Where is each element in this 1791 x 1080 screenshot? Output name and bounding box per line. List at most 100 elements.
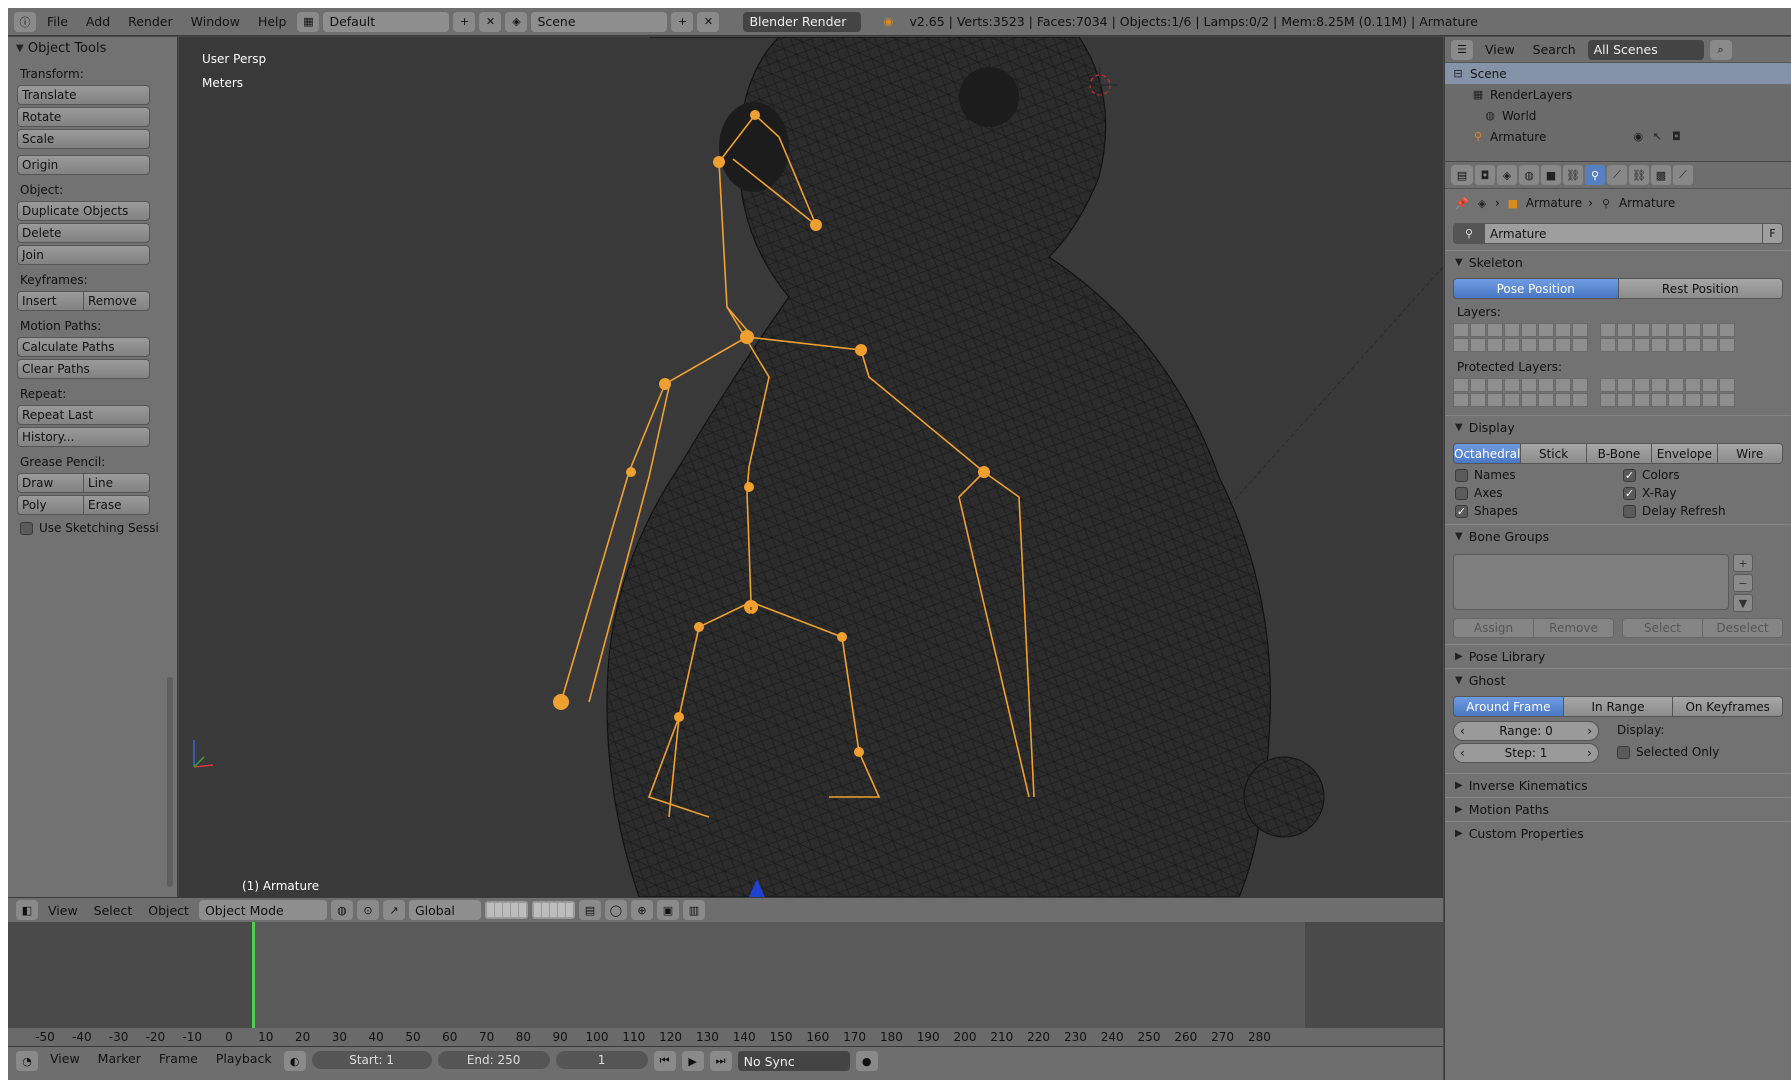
datablock-name-field[interactable]: Armature: [1485, 223, 1763, 244]
outliner-menu-view[interactable]: View: [1479, 42, 1521, 57]
menu-window[interactable]: Window: [184, 14, 247, 29]
pose-position-button[interactable]: Pose Position: [1453, 278, 1619, 299]
play-icon[interactable]: ▶: [681, 1051, 704, 1071]
display-panel-header[interactable]: ▼ Display: [1445, 415, 1791, 439]
outliner-display-dropdown[interactable]: All Scenes: [1587, 39, 1704, 60]
rotate-button[interactable]: Rotate: [17, 107, 150, 127]
remove-button[interactable]: Remove: [1534, 618, 1614, 638]
pivot-point-icon[interactable]: ⊙: [356, 900, 379, 920]
menu-render[interactable]: Render: [121, 14, 180, 29]
bone-groups-panel-header[interactable]: ▼ Bone Groups: [1445, 524, 1791, 548]
start-frame-field[interactable]: Start: 1: [311, 1051, 432, 1069]
layers-block-1[interactable]: [484, 901, 528, 919]
custom-props-panel-header[interactable]: ▶ Custom Properties: [1445, 821, 1791, 845]
colors-checkbox[interactable]: ✓: [1623, 468, 1636, 482]
remove-screen-icon[interactable]: ✕: [479, 11, 502, 32]
menu-select[interactable]: Select: [88, 903, 139, 918]
menu-file[interactable]: File: [40, 14, 75, 29]
remove-keyframe-button[interactable]: Remove: [84, 291, 150, 311]
xray-checkbox[interactable]: ✓: [1623, 486, 1636, 500]
renderability-camera-icon[interactable]: ◘: [1669, 130, 1683, 143]
record-icon[interactable]: ●: [855, 1051, 878, 1071]
delay-refresh-checkbox[interactable]: [1623, 504, 1636, 518]
object-tools-header[interactable]: ▼ Object Tools: [8, 37, 177, 59]
delay-refresh-option[interactable]: Delay Refresh: [1623, 504, 1791, 518]
specials-menu-icon[interactable]: ▼: [1733, 594, 1753, 612]
physics-tab-icon[interactable]: ⟋: [1673, 165, 1693, 185]
outliner-row-world[interactable]: ◍ World: [1445, 105, 1791, 126]
current-frame-marker[interactable]: [252, 922, 255, 1040]
datablock-browse-icon[interactable]: ⚲: [1453, 223, 1485, 244]
jump-start-icon[interactable]: ⏮: [653, 1051, 676, 1071]
remove-icon[interactable]: −: [1733, 574, 1753, 592]
names-option[interactable]: Names: [1455, 468, 1623, 482]
delete-button[interactable]: Delete: [17, 223, 150, 243]
tl-menu-view[interactable]: View: [44, 1051, 86, 1066]
info-editor-type-icon[interactable]: ⓘ: [14, 11, 36, 32]
shapes-checkbox[interactable]: ✓: [1455, 504, 1468, 518]
deselect-button[interactable]: Deselect: [1703, 618, 1783, 638]
properties-editor-icon[interactable]: ▤: [1451, 165, 1473, 185]
fake-user-button[interactable]: F: [1763, 223, 1783, 244]
timeline-area[interactable]: -50 -40 -30 -20 -10 0 10 20 30 40 50 60 70 80 90 100 110…: [8, 922, 1443, 1046]
add-scene-icon[interactable]: +: [671, 11, 694, 32]
outliner-row-scene[interactable]: ⊟ Scene: [1445, 63, 1791, 84]
viewport-shading-icon[interactable]: ◍: [330, 900, 353, 920]
timeline-editor-icon[interactable]: ◔: [16, 1051, 38, 1071]
screen-layout-icon[interactable]: ▦: [297, 11, 320, 32]
calculate-paths-button[interactable]: Calculate Paths: [17, 337, 150, 357]
tl-menu-playback[interactable]: Playback: [210, 1051, 278, 1066]
outliner-editor-icon[interactable]: ☰: [1451, 39, 1473, 60]
names-checkbox[interactable]: [1455, 468, 1468, 482]
sync-dropdown[interactable]: No Sync: [737, 1051, 850, 1071]
menu-help[interactable]: Help: [251, 14, 294, 29]
mode-dropdown[interactable]: Object Mode: [198, 900, 327, 920]
scale-button[interactable]: Scale: [17, 129, 150, 149]
preview-range-icon[interactable]: ◐: [283, 1051, 306, 1071]
proportional-edit-icon[interactable]: ◯: [604, 900, 627, 920]
render-engine-dropdown[interactable]: Blender Render: [743, 11, 862, 32]
screen-layout-field[interactable]: Default: [323, 11, 450, 32]
render-tab-icon[interactable]: ◘: [1475, 165, 1495, 185]
selected-only-checkbox[interactable]: [1617, 745, 1630, 759]
pin-icon[interactable]: 📌: [1455, 197, 1469, 210]
selectability-cursor-icon[interactable]: ↖: [1650, 130, 1664, 143]
protected-grid-right[interactable]: [1600, 378, 1735, 407]
protected-grid-left[interactable]: [1453, 378, 1588, 407]
on-keyframes-button[interactable]: On Keyframes: [1673, 696, 1784, 717]
shapes-option[interactable]: ✓ Shapes: [1455, 504, 1623, 518]
insert-keyframe-button[interactable]: Insert: [17, 291, 84, 311]
in-range-button[interactable]: In Range: [1563, 696, 1674, 717]
current-frame-field[interactable]: 1: [555, 1051, 648, 1069]
line-button[interactable]: Line: [84, 473, 150, 493]
menu-object[interactable]: Object: [142, 903, 195, 918]
tl-menu-frame[interactable]: Frame: [153, 1051, 204, 1066]
outliner-menu-search[interactable]: Search: [1527, 42, 1582, 57]
search-icon[interactable]: ⌕: [1709, 39, 1732, 60]
visibility-eye-icon[interactable]: ◉: [1631, 130, 1645, 143]
poly-button[interactable]: Poly: [17, 495, 84, 515]
octahedral-button[interactable]: Octahedral: [1453, 443, 1522, 464]
scene-icon[interactable]: ◈: [505, 11, 528, 32]
outliner-row-renderlayers[interactable]: ▦ RenderLayers: [1445, 84, 1791, 105]
layers-block-2[interactable]: [531, 901, 575, 919]
object-tab-icon[interactable]: ■: [1541, 165, 1561, 185]
wire-button[interactable]: Wire: [1717, 443, 1784, 464]
layer-grid-left[interactable]: [1453, 323, 1588, 352]
sketching-checkbox[interactable]: [20, 521, 33, 535]
skeleton-panel-header[interactable]: ▼ Skeleton: [1445, 250, 1791, 274]
editor-type-3d-icon[interactable]: ◧: [16, 900, 38, 920]
end-frame-field[interactable]: End: 250: [437, 1051, 550, 1069]
bone-groups-listbox[interactable]: [1453, 554, 1729, 610]
layer-grid-right[interactable]: [1600, 323, 1735, 352]
increment-arrow-icon[interactable]: ›: [1587, 746, 1592, 760]
draw-button[interactable]: Draw: [17, 473, 84, 493]
selected-only-option[interactable]: Selected Only: [1617, 745, 1719, 759]
join-button[interactable]: Join: [17, 245, 150, 265]
bone-constraints-tab-icon[interactable]: ⛓: [1629, 165, 1649, 185]
decrement-arrow-icon[interactable]: ‹: [1460, 746, 1465, 760]
axes-option[interactable]: Axes: [1455, 486, 1623, 500]
texture-tab-icon[interactable]: ▩: [1651, 165, 1671, 185]
render-icon[interactable]: ▣: [656, 900, 679, 920]
bbone-button[interactable]: B-Bone: [1586, 443, 1653, 464]
